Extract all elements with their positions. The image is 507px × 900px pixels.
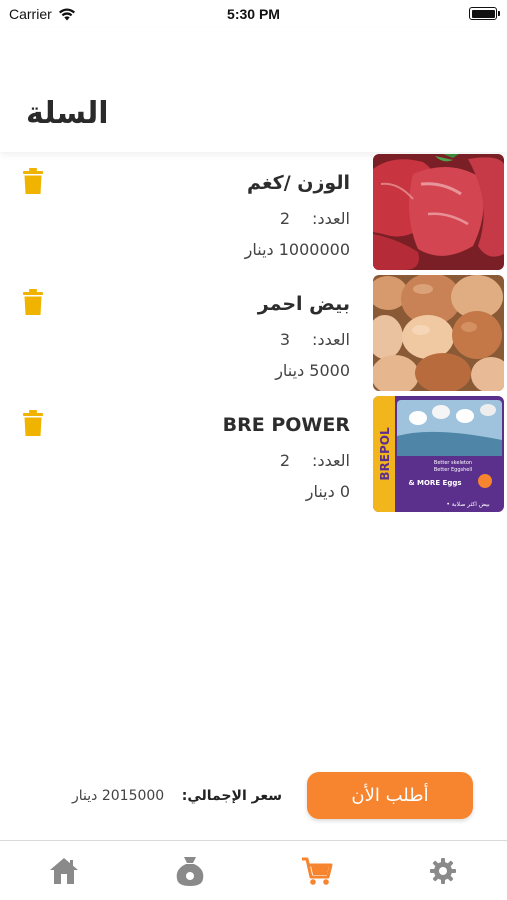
item-image-eggs [373,275,504,391]
status-bar: Carrier 5:30 PM [0,0,507,28]
item-quantity-row: العدد: 2 [280,451,350,470]
item-price: 1000000 دينار [244,240,350,259]
cart-item: الوزن /كغم العدد: 2 1000000 دينار [0,152,507,273]
poster-line4: • بيض اكثر صلابة [446,501,490,508]
tab-settings[interactable] [425,853,461,889]
quantity-value: 3 [279,330,291,349]
status-time: 5:30 PM [227,6,280,22]
cart-item: بيض احمر العدد: 3 5000 دينار [0,273,507,394]
poster-brand: BREPOL [378,427,392,481]
item-name: الوزن /كغم [247,172,350,194]
poster-line3: & MORE Eggs [408,479,461,487]
trash-icon[interactable] [23,410,43,436]
trash-icon[interactable] [23,168,43,194]
header: السلة [0,28,507,152]
quantity-value: 2 [279,209,291,228]
quantity-label: العدد: [312,209,350,228]
item-price: 5000 دينار [275,361,350,380]
item-name: بيض احمر [257,293,350,315]
total-price-label: سعر الإجمالي: [181,788,282,804]
cart-item: BREPOL Better skeleton Better Eggshell &… [0,394,507,515]
quantity-label: العدد: [312,451,350,470]
quantity-label: العدد: [312,330,350,349]
quantity-value: 2 [279,451,291,470]
item-price: 0 دينار [305,482,350,501]
tab-cart[interactable] [299,853,335,889]
home-icon [50,858,78,884]
gear-icon [430,858,456,884]
battery-icon [469,7,500,20]
order-now-button[interactable]: أطلب الأن [307,772,473,819]
cart-icon [302,857,333,885]
tab-bar [0,840,507,900]
poster-line2: Better Eggshell [434,467,472,473]
item-image-brepol: BREPOL Better skeleton Better Eggshell &… [373,396,504,512]
money-bag-icon [176,857,204,886]
total-price-value: 2015000 دينار [72,788,165,804]
item-image-meat [373,154,504,270]
page-title: السلة [26,96,109,131]
item-quantity-row: العدد: 2 [280,209,350,228]
cart-list: الوزن /كغم العدد: 2 1000000 دينار بيض اح… [0,152,507,515]
item-name: BRE POWER [222,414,350,436]
trash-icon[interactable] [23,289,43,315]
poster-line1: Better skeleton [434,460,472,466]
tab-home[interactable] [46,853,82,889]
item-quantity-row: العدد: 3 [280,330,350,349]
tab-wallet[interactable] [172,853,208,889]
